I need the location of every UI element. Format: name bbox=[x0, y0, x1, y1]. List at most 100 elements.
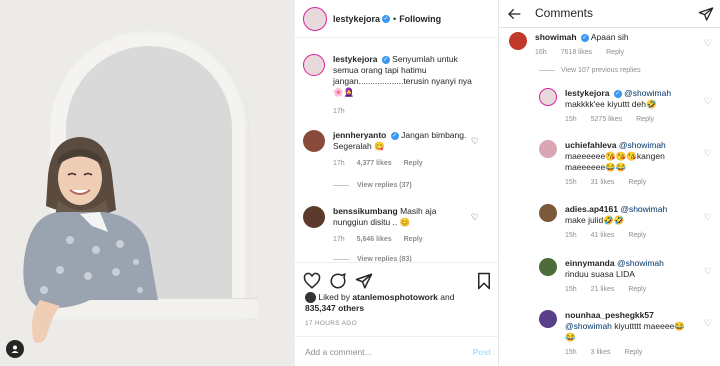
reply-button[interactable]: Reply bbox=[624, 349, 642, 356]
heart-icon[interactable] bbox=[303, 272, 321, 290]
reply-likes[interactable]: 21 likes bbox=[591, 286, 615, 293]
reply-button[interactable]: Reply bbox=[404, 160, 423, 167]
view-previous-replies-link[interactable]: View 107 previous replies bbox=[539, 67, 641, 74]
commenter-username[interactable]: nounhaa_peshegkk57 bbox=[565, 310, 654, 320]
send-icon[interactable] bbox=[698, 6, 714, 22]
person-illustration bbox=[23, 137, 159, 343]
author-avatar[interactable] bbox=[303, 6, 327, 31]
reply-item: lestykejora ✓ @showimah makkkk'ee kiyutt… bbox=[539, 88, 689, 125]
reply-likes[interactable]: 41 likes bbox=[591, 232, 615, 239]
commenter-avatar[interactable] bbox=[539, 88, 557, 106]
bookmark-icon[interactable] bbox=[475, 272, 493, 290]
liker-avatar[interactable] bbox=[305, 292, 316, 304]
verified-badge-icon: ✓ bbox=[382, 14, 391, 23]
reply-time: 15h bbox=[565, 349, 577, 356]
reply-button[interactable]: Reply bbox=[404, 236, 423, 243]
comment-time: 16h bbox=[535, 49, 547, 56]
caption-avatar[interactable] bbox=[303, 54, 325, 76]
verified-badge-icon: ✓ bbox=[580, 33, 589, 42]
liked-by-and: and bbox=[440, 292, 455, 302]
commenter-avatar[interactable] bbox=[539, 140, 557, 158]
commenter-username[interactable]: benssikumbang bbox=[333, 206, 398, 216]
reply-text: rinduu suasa LIDA bbox=[565, 269, 635, 279]
like-heart-icon[interactable]: ♡ bbox=[704, 212, 712, 223]
commenter-avatar[interactable] bbox=[303, 130, 325, 152]
commenter-username[interactable]: showimah bbox=[535, 32, 577, 42]
commenter-avatar[interactable] bbox=[539, 258, 557, 276]
reply-likes[interactable]: 5275 likes bbox=[591, 116, 623, 123]
comment-item: benssikumbang Masih aja nunggiun disitu … bbox=[303, 206, 493, 245]
like-heart-icon[interactable]: ♡ bbox=[704, 38, 712, 49]
comments-title: Comments bbox=[535, 6, 594, 20]
liked-by-prefix: Liked by bbox=[318, 292, 351, 302]
comment-likes[interactable]: 5,646 likes bbox=[357, 236, 392, 243]
like-heart-icon[interactable]: ♡ bbox=[704, 148, 712, 159]
commenter-avatar[interactable] bbox=[509, 32, 527, 50]
add-comment-input[interactable]: Add a comment... bbox=[305, 347, 372, 357]
reply-text: makkkk'ee kiyuttt deh🤣 bbox=[565, 99, 657, 109]
share-icon[interactable] bbox=[355, 272, 373, 290]
like-heart-icon[interactable]: ♡ bbox=[704, 318, 712, 329]
reply-likes[interactable]: 31 likes bbox=[591, 179, 615, 186]
commenter-username[interactable]: lestykejora bbox=[565, 88, 609, 98]
post-caption: lestykejora ✓ Senyumlah untuk semua oran… bbox=[303, 54, 493, 117]
commenter-avatar[interactable] bbox=[539, 310, 557, 328]
liked-by-others[interactable]: 835,347 others bbox=[305, 303, 364, 313]
separator-dot: • bbox=[393, 13, 397, 24]
likes-summary: Liked by atanlemosphotowork and 835,347 … bbox=[305, 292, 495, 314]
mobile-comments-panel: Comments showimah ✓ Apaan sih 16h 7618 l… bbox=[498, 0, 720, 366]
commenter-username[interactable]: jennheryanto bbox=[333, 130, 386, 140]
reply-mention[interactable]: @showimah bbox=[620, 204, 667, 214]
caption-username[interactable]: lestykejora bbox=[333, 54, 377, 64]
comment-item: jennheryanto ✓ Jangan bimbang. Segeralah… bbox=[303, 130, 493, 169]
reply-button[interactable]: Reply bbox=[606, 49, 624, 56]
reply-time: 15h bbox=[565, 179, 577, 186]
commenter-username[interactable]: einnymanda bbox=[565, 258, 615, 268]
like-heart-icon[interactable]: ♡ bbox=[704, 96, 712, 107]
comment-icon[interactable] bbox=[329, 272, 347, 290]
verified-badge-icon: ✓ bbox=[613, 89, 622, 98]
following-button[interactable]: Following bbox=[399, 14, 441, 24]
tagged-users-icon[interactable] bbox=[6, 340, 24, 358]
reply-mention[interactable]: @showimah bbox=[565, 321, 612, 331]
reply-button[interactable]: Reply bbox=[628, 286, 646, 293]
reply-text: make julid🤣🤣 bbox=[565, 215, 625, 225]
reply-button[interactable]: Reply bbox=[628, 232, 646, 239]
like-heart-icon[interactable]: ♡ bbox=[471, 136, 479, 147]
post-panel: lestykejora ✓ • Following lestykejora ✓ … bbox=[294, 0, 499, 366]
reply-mention[interactable]: @showimah bbox=[624, 88, 671, 98]
reply-time: 15h bbox=[565, 116, 577, 123]
like-heart-icon[interactable]: ♡ bbox=[471, 212, 479, 223]
view-replies-link[interactable]: View replies (37) bbox=[333, 182, 412, 189]
post-photo[interactable] bbox=[0, 0, 294, 366]
add-comment-bar: Add a comment... Post bbox=[295, 336, 499, 366]
reply-item: einnymanda @showimah rinduu suasa LIDA 1… bbox=[539, 258, 689, 295]
commenter-username[interactable]: uchiefahleva bbox=[565, 140, 617, 150]
post-comment-button[interactable]: Post bbox=[473, 347, 491, 357]
author-username[interactable]: lestykejora bbox=[333, 14, 380, 24]
comment-item: showimah ✓ Apaan sih 16h 7618 likes Repl… bbox=[509, 32, 709, 58]
reply-likes[interactable]: 3 likes bbox=[591, 349, 611, 356]
post-time-ago: 17 HOURS AGO bbox=[305, 320, 358, 327]
reply-time: 15h bbox=[565, 286, 577, 293]
reply-button[interactable]: Reply bbox=[636, 116, 654, 123]
like-heart-icon[interactable]: ♡ bbox=[704, 266, 712, 277]
commenter-avatar[interactable] bbox=[303, 206, 325, 228]
comment-time: 17h bbox=[333, 236, 345, 243]
reply-text: maeeeeee😘😘😘kangen maeeeeee😂😂 bbox=[565, 151, 665, 172]
comment-likes[interactable]: 4,377 likes bbox=[357, 160, 392, 167]
commenter-username[interactable]: adies.ap4161 bbox=[565, 204, 618, 214]
reply-button[interactable]: Reply bbox=[628, 179, 646, 186]
reply-mention[interactable]: @showimah bbox=[619, 140, 666, 150]
back-arrow-icon[interactable] bbox=[507, 6, 523, 22]
reply-mention[interactable]: @showimah bbox=[617, 258, 664, 268]
comment-likes[interactable]: 7618 likes bbox=[561, 49, 593, 56]
liked-by-user[interactable]: atanlemosphotowork bbox=[352, 292, 437, 302]
commenter-avatar[interactable] bbox=[539, 204, 557, 222]
comment-text: Apaan sih bbox=[590, 32, 629, 42]
verified-badge-icon: ✓ bbox=[381, 55, 390, 64]
comment-time: 17h bbox=[333, 160, 345, 167]
reply-item: uchiefahleva @showimah maeeeeee😘😘😘kangen… bbox=[539, 140, 689, 188]
comments-header: Comments bbox=[499, 0, 720, 28]
reply-time: 15h bbox=[565, 232, 577, 239]
